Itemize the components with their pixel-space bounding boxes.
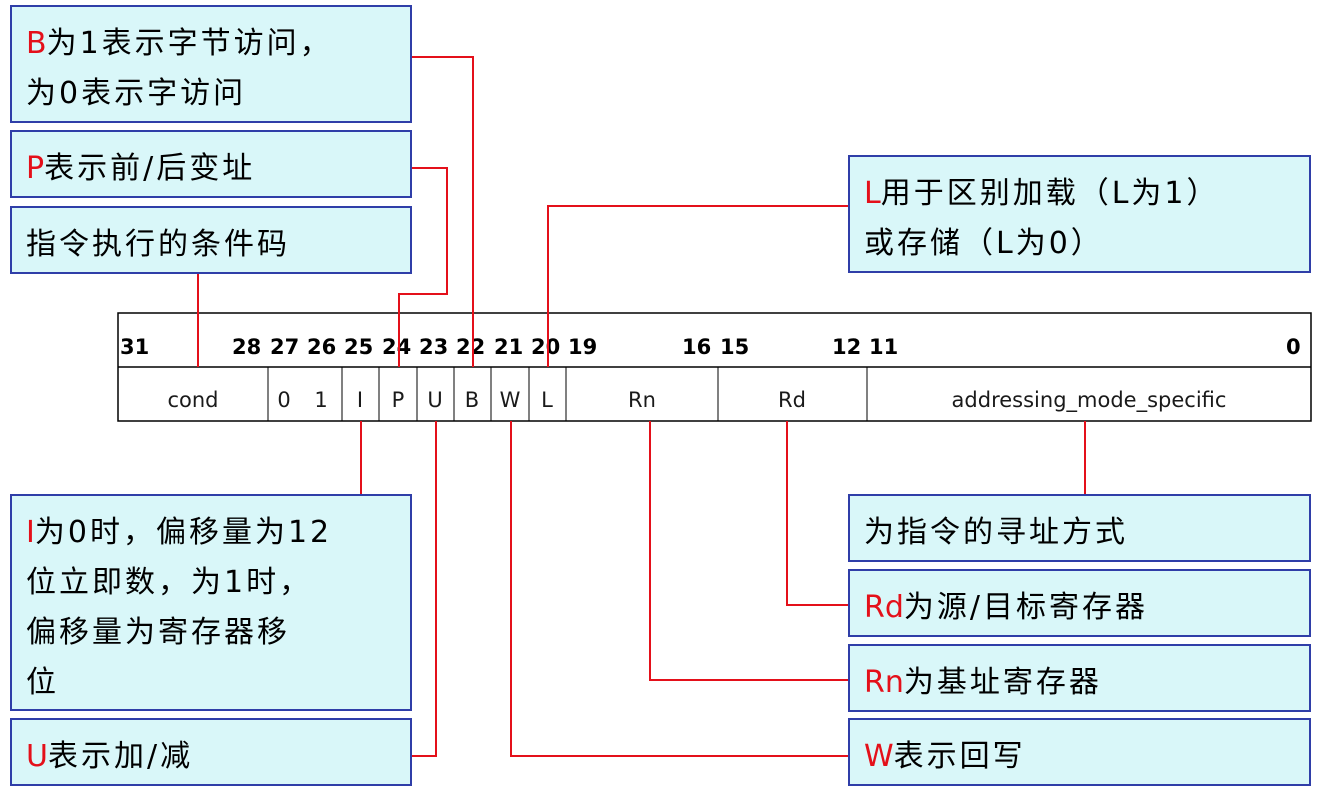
note-text: 表示回写 — [893, 739, 1026, 774]
bit-label: 21 — [494, 335, 523, 359]
connector-u — [411, 421, 437, 757]
note-text: 表示前/后变址 — [44, 151, 256, 186]
bit-label: 19 — [568, 335, 597, 359]
note-text: 表示加/减 — [47, 739, 194, 774]
field-rn: Rn — [628, 388, 656, 412]
field-u: U — [427, 388, 442, 412]
note-key-letter: L — [864, 176, 881, 211]
connector-w — [510, 421, 848, 757]
bit-label: 20 — [531, 335, 560, 359]
note-key-letter: Rd — [864, 590, 904, 625]
note-b-bit: B为1表示字节访问， 为0表示字访问 — [10, 5, 412, 123]
note-rn-field: Rn为基址寄存器 — [848, 644, 1311, 712]
note-i-bit: I为0时，偏移量为12 位立即数，为1时， 偏移量为寄存器移 位 — [10, 494, 412, 711]
note-key-letter: P — [26, 151, 45, 186]
note-cond-field: 指令执行的条件码 — [10, 206, 412, 274]
note-text: 为基址寄存器 — [903, 665, 1102, 700]
instruction-format-diagram: 31 28 27 26 25 24 23 22 21 20 19 16 15 1… — [0, 0, 1325, 801]
note-key-letter: Rn — [864, 665, 904, 700]
note-key-letter: B — [26, 26, 47, 61]
note-p-bit: P表示前/后变址 — [10, 130, 412, 198]
note-text: 位 — [26, 665, 59, 700]
note-key-letter: U — [26, 739, 48, 774]
note-u-bit: U表示加/减 — [10, 718, 412, 786]
field-i: I — [357, 388, 363, 412]
note-text: 为0时，偏移量为12 — [34, 515, 333, 550]
field-l: L — [541, 388, 553, 412]
note-text: 用于区别加载（L为1） — [880, 176, 1220, 211]
bit-label: 27 — [270, 335, 299, 359]
note-text: 或存储（L为0） — [864, 226, 1104, 261]
note-text: 为1表示字节访问， — [46, 26, 333, 61]
note-text: 为源/目标寄存器 — [903, 590, 1148, 625]
bit-label: 26 — [307, 335, 336, 359]
field-addressing-mode: addressing_mode_specific — [952, 388, 1227, 413]
note-text: 偏移量为寄存器移 — [26, 615, 290, 650]
bit-label: 24 — [382, 335, 411, 359]
note-addressing-mode: 为指令的寻址方式 — [848, 494, 1311, 562]
connector-rd — [786, 421, 848, 606]
note-l-bit: L用于区别加载（L为1） 或存储（L为0） — [848, 155, 1311, 273]
field-rd: Rd — [778, 388, 806, 412]
bit-label: 15 — [720, 335, 749, 359]
connector-rn — [649, 421, 848, 681]
field-cond: cond — [167, 388, 218, 412]
bit-label: 0 — [1286, 335, 1301, 359]
field-bit26: 1 — [314, 388, 327, 412]
bit-label: 31 — [120, 335, 149, 359]
field-p: P — [392, 388, 405, 412]
bit-label: 23 — [419, 335, 448, 359]
bit-label: 12 — [832, 335, 861, 359]
field-w: W — [500, 388, 521, 412]
note-w-bit: W表示回写 — [848, 718, 1311, 786]
field-b: B — [465, 388, 479, 412]
note-text: 位立即数，为1时， — [26, 565, 313, 600]
field-bit27: 0 — [277, 388, 290, 412]
note-text: 为指令的寻址方式 — [864, 515, 1128, 550]
note-key-letter: I — [26, 515, 35, 550]
bit-label: 16 — [682, 335, 711, 359]
bit-label: 11 — [869, 335, 898, 359]
note-rd-field: Rd为源/目标寄存器 — [848, 569, 1311, 637]
bit-label: 25 — [344, 335, 373, 359]
bit-label: 28 — [232, 335, 261, 359]
note-key-letter: W — [864, 739, 894, 774]
note-text: 为0表示字访问 — [26, 76, 247, 111]
bit-label: 22 — [456, 335, 485, 359]
note-text: 指令执行的条件码 — [26, 227, 290, 262]
